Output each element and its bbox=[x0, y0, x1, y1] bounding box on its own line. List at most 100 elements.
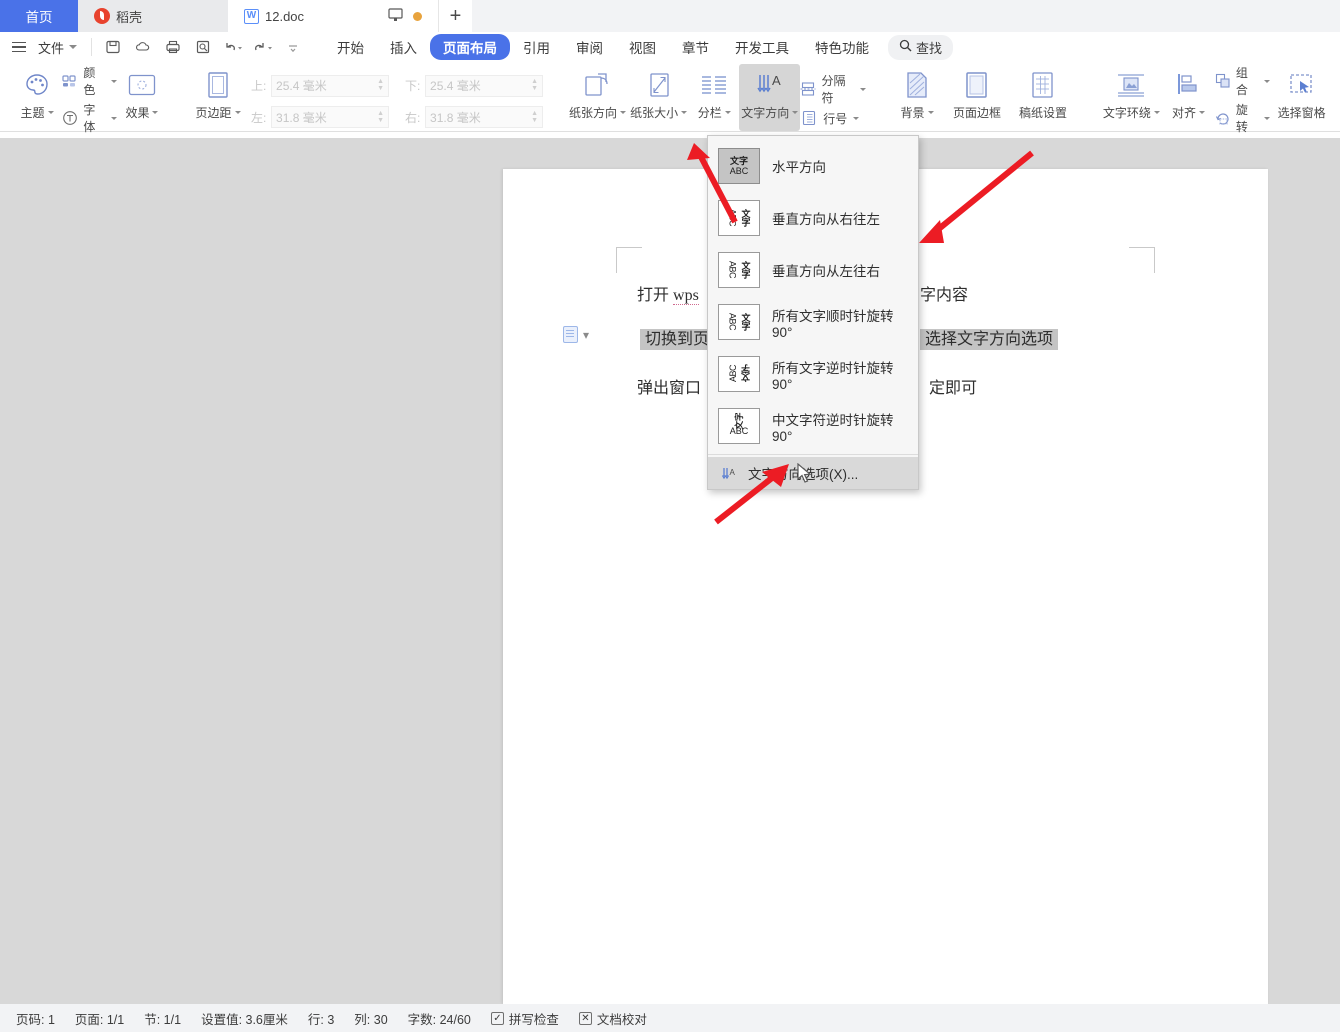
doc-text-line-3-right: 定即可 bbox=[929, 380, 978, 397]
tab-developer-tools[interactable]: 开发工具 bbox=[722, 34, 802, 60]
customize-toolbar-icon[interactable] bbox=[280, 35, 306, 59]
tab-view[interactable]: 视图 bbox=[616, 34, 669, 60]
fonts-button[interactable]: 字体 bbox=[62, 101, 117, 135]
line-numbers-label: 行号 bbox=[823, 111, 848, 126]
doc-text-line-3-left: 弹出窗口 bbox=[637, 380, 702, 397]
print-preview-icon[interactable] bbox=[190, 35, 216, 59]
redo-icon[interactable] bbox=[250, 35, 276, 59]
status-proofread-toggle[interactable]: ✕ 文档校对 bbox=[569, 1009, 657, 1028]
menu-item-label: 水平方向 bbox=[772, 160, 826, 175]
grid-paper-label: 稿纸设置 bbox=[1019, 106, 1068, 120]
align-label: 对齐 bbox=[1172, 104, 1205, 121]
colors-button[interactable]: 颜色 bbox=[62, 64, 117, 98]
breaks-button[interactable]: 分隔符 bbox=[800, 72, 867, 106]
group-button[interactable]: 组合 bbox=[1214, 64, 1271, 98]
select-pane-label: 选择窗格 bbox=[1277, 106, 1326, 120]
document-workspace: 打开 wps 字内容 切换到页面 选择文字方向选项 弹出窗口 定即可 ▾ bbox=[0, 138, 1340, 1004]
breaks-label: 分隔符 bbox=[821, 74, 846, 105]
grid-paper-button[interactable]: 稿纸设置 bbox=[1010, 64, 1076, 131]
paper-size-button[interactable]: 纸张大小 bbox=[628, 64, 689, 131]
menu-bar: 文件 开始 插入 页面布局 引用 审阅 视图 章节 开发工具 特色功能 查找 bbox=[0, 32, 1340, 62]
page-border-button[interactable]: 页面边框 bbox=[944, 64, 1010, 131]
margin-bottom-field[interactable]: 下: 25.4 毫米 ▲ ▼ bbox=[405, 74, 544, 97]
chevron-down-icon[interactable]: ▾ bbox=[583, 328, 589, 342]
effects-button[interactable]: 效果 bbox=[117, 64, 167, 131]
spinner-icon[interactable]: ▲ ▼ bbox=[531, 78, 538, 92]
margin-right-label: 右: bbox=[405, 110, 421, 125]
select-pane-icon bbox=[1288, 70, 1316, 100]
tab-docer[interactable]: 稻壳 bbox=[78, 0, 228, 32]
text-direction-dropdown-menu: 文字 ABC 水平方向 文字 ABC 垂直方向从右往左 ABC 文字 垂直方向从左往右… bbox=[707, 135, 919, 490]
align-button[interactable]: 对齐 bbox=[1163, 64, 1214, 131]
horizontal-text-icon: 文字 ABC bbox=[718, 148, 760, 184]
tab-document-label: 12.doc bbox=[265, 8, 305, 24]
undo-icon[interactable] bbox=[220, 35, 246, 59]
hamburger-icon[interactable] bbox=[12, 41, 26, 53]
text-wrap-button[interactable]: 文字环绕 bbox=[1100, 64, 1163, 131]
theme-button[interactable]: 主题 bbox=[12, 64, 62, 131]
menu-item-rotate-all-cw[interactable]: 文字 ABC 所有文字顺时针旋转90° bbox=[708, 296, 918, 348]
menu-item-rotate-chinese-ccw[interactable]: 文字 ABC 中文字符逆时针旋转90° bbox=[708, 400, 918, 452]
menu-item-rotate-all-ccw[interactable]: ABC 文字 所有文字逆时针旋转90° bbox=[708, 348, 918, 400]
svg-text:A: A bbox=[729, 468, 735, 477]
menu-item-label: 所有文字逆时针旋转90° bbox=[772, 360, 894, 392]
tab-document-12doc[interactable]: W 12.doc bbox=[228, 0, 438, 32]
tab-chapters[interactable]: 章节 bbox=[669, 34, 722, 60]
cloud-sync-icon[interactable] bbox=[130, 35, 156, 59]
vertical-ltr-icon: ABC 文字 bbox=[718, 252, 760, 288]
columns-button[interactable]: 分栏 bbox=[689, 64, 739, 131]
save-icon[interactable] bbox=[100, 35, 126, 59]
menu-item-vertical-rtl[interactable]: 文字 ABC 垂直方向从右往左 bbox=[708, 192, 918, 244]
menu-item-vertical-ltr[interactable]: ABC 文字 垂直方向从左往右 bbox=[708, 244, 918, 296]
paper-orientation-button[interactable]: 纸张方向 bbox=[567, 64, 628, 131]
tab-insert[interactable]: 插入 bbox=[377, 34, 430, 60]
menu-item-text-direction-options[interactable]: A 文字方向选项(X)... bbox=[708, 457, 918, 489]
spinner-icon[interactable]: ▲ ▼ bbox=[377, 110, 384, 124]
margin-left-field[interactable]: 左: 31.8 毫米 ▲ ▼ bbox=[251, 106, 390, 129]
tab-special-features[interactable]: 特色功能 bbox=[802, 34, 882, 60]
background-button[interactable]: 背景 bbox=[890, 64, 944, 131]
spinner-icon[interactable]: ▲ ▼ bbox=[531, 110, 538, 124]
monitor-icon[interactable] bbox=[388, 7, 403, 25]
margin-top-input[interactable]: 25.4 毫米 ▲ ▼ bbox=[271, 74, 390, 97]
new-tab-button[interactable]: + bbox=[438, 0, 472, 32]
margin-right-input[interactable]: 31.8 毫米 ▲ ▼ bbox=[425, 106, 544, 129]
menu-item-label: 所有文字顺时针旋转90° bbox=[772, 308, 894, 340]
print-icon[interactable] bbox=[160, 35, 186, 59]
margin-left-input[interactable]: 31.8 毫米 ▲ ▼ bbox=[271, 106, 390, 129]
select-pane-button[interactable]: 选择窗格 bbox=[1270, 64, 1333, 131]
page-margins-label: 页边距 bbox=[196, 104, 241, 121]
tab-references[interactable]: 引用 bbox=[510, 34, 563, 60]
file-menu-button[interactable]: 文件 bbox=[32, 38, 83, 57]
divider bbox=[91, 38, 93, 56]
line-numbers-button[interactable]: 行号 bbox=[800, 109, 866, 127]
menu-item-horizontal-text[interactable]: 文字 ABC 水平方向 bbox=[708, 140, 918, 192]
tab-docer-label: 稻壳 bbox=[116, 9, 143, 25]
text-direction-icon: A bbox=[755, 70, 785, 100]
background-icon bbox=[904, 70, 930, 100]
tab-review[interactable]: 审阅 bbox=[563, 34, 616, 60]
paste-options-badge[interactable]: ▾ bbox=[563, 326, 589, 343]
text-direction-button[interactable]: A 文字方向 bbox=[739, 64, 801, 131]
rotate-all-ccw-icon: ABC 文字 bbox=[718, 356, 760, 392]
line-numbers-icon bbox=[800, 109, 818, 127]
text-wrap-label: 文字环绕 bbox=[1103, 104, 1160, 121]
tab-start[interactable]: 开始 bbox=[324, 34, 377, 60]
margin-top-field[interactable]: 上: 25.4 毫米 ▲ ▼ bbox=[251, 74, 390, 97]
file-menu-label: 文件 bbox=[38, 40, 65, 56]
margin-right-field[interactable]: 右: 31.8 毫米 ▲ ▼ bbox=[405, 106, 544, 129]
status-page-count: 页面: 1/1 bbox=[74, 1012, 125, 1027]
text-direction-label: 文字方向 bbox=[741, 104, 799, 121]
find-button[interactable]: 查找 bbox=[888, 34, 954, 60]
tab-home[interactable]: 首页 bbox=[0, 0, 78, 32]
margin-bottom-input[interactable]: 25.4 毫米 ▲ ▼ bbox=[425, 74, 544, 97]
window-tab-bar: 首页 稻壳 W 12.doc + bbox=[0, 0, 1340, 32]
group-rotate-stack: 组合 旋转 bbox=[1214, 64, 1271, 134]
theme-label: 主题 bbox=[21, 104, 54, 121]
status-spellcheck-toggle[interactable]: ✓ 拼写检查 bbox=[481, 1009, 569, 1028]
menu-item-label: 垂直方向从左往右 bbox=[772, 264, 880, 279]
tab-page-layout[interactable]: 页面布局 bbox=[430, 34, 511, 60]
page-margins-button[interactable]: 页边距 bbox=[191, 64, 245, 131]
spinner-icon[interactable]: ▲ ▼ bbox=[377, 78, 384, 92]
rotate-button[interactable]: 旋转 bbox=[1214, 101, 1271, 135]
